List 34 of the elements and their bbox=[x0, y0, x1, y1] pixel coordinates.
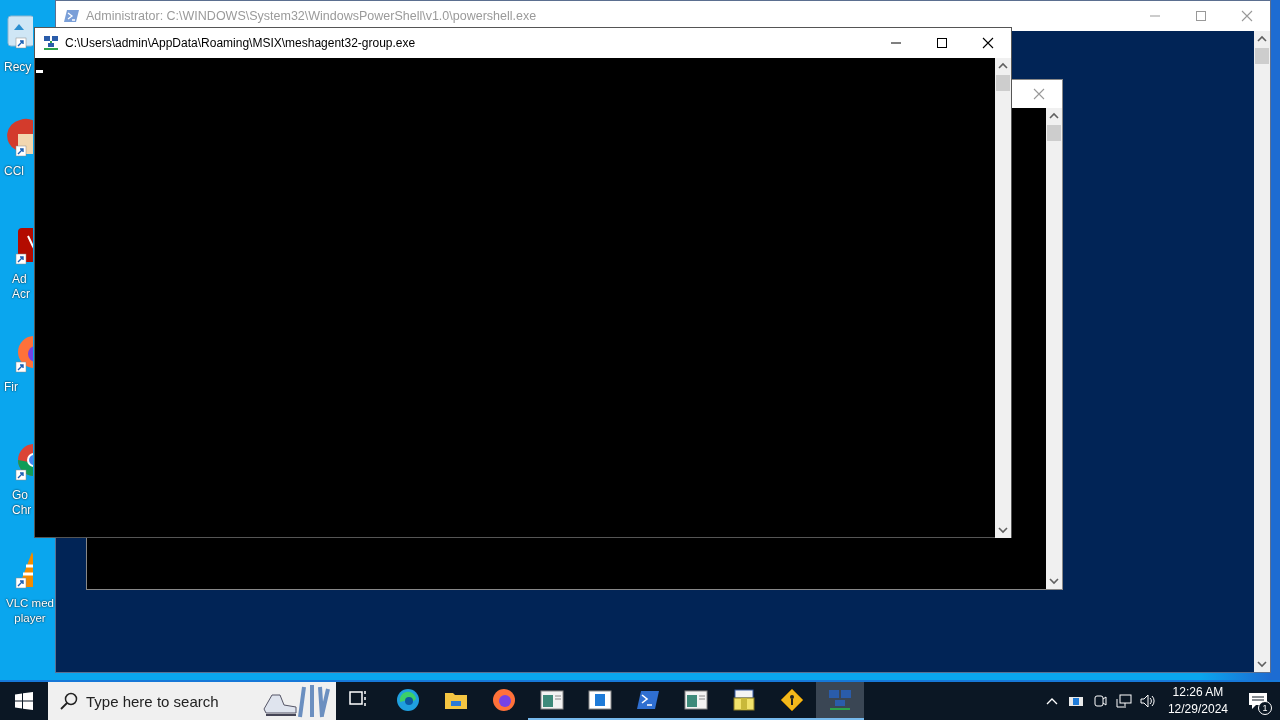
maximize-icon bbox=[1195, 10, 1207, 22]
window-icon bbox=[684, 688, 708, 712]
globe-icon bbox=[396, 688, 420, 712]
scrollbar[interactable] bbox=[995, 58, 1011, 538]
window-icon bbox=[540, 688, 564, 712]
speaker-icon[interactable] bbox=[1139, 693, 1156, 709]
package-icon bbox=[732, 688, 756, 712]
powershell-icon bbox=[636, 688, 660, 712]
network-icon bbox=[43, 35, 59, 51]
window-icon bbox=[588, 688, 612, 712]
scrollbar[interactable] bbox=[1046, 108, 1062, 589]
search-input[interactable]: Type here to search bbox=[86, 692, 260, 710]
search-icon bbox=[60, 692, 78, 710]
icon-label[interactable]: Ad Acr bbox=[4, 272, 30, 302]
window-title: Administrator: C:\WINDOWS\System32\WindowsPowerShell\v1.0\powershell.exe bbox=[86, 9, 537, 23]
powershell-icon bbox=[64, 8, 80, 24]
search-field[interactable]: Type here to search bbox=[48, 682, 336, 720]
scrollbar[interactable] bbox=[1254, 31, 1270, 672]
notifications-button[interactable]: 1 bbox=[1236, 682, 1280, 720]
notification-count: 1 bbox=[1258, 701, 1272, 715]
camera-icon[interactable] bbox=[1091, 693, 1108, 709]
icon-label[interactable]: CCl bbox=[4, 164, 24, 179]
windows-logo-icon bbox=[15, 692, 33, 710]
icon-label[interactable]: Recy bbox=[4, 60, 32, 75]
maximize-icon bbox=[936, 37, 948, 49]
icon-label[interactable]: VLC med player bbox=[6, 596, 54, 626]
globe-icon bbox=[492, 688, 516, 712]
network-icon[interactable] bbox=[1115, 693, 1132, 709]
clock[interactable]: 12:26 AM 12/29/2024 bbox=[1159, 682, 1236, 720]
icon-label[interactable]: Fir bbox=[4, 380, 18, 395]
icon-label[interactable]: Go Chr bbox=[4, 488, 32, 518]
warning-sign-icon bbox=[780, 688, 804, 712]
window-title: C:\Users\admin\AppData\Roaming\MSIX\meshagent32-group.exe bbox=[65, 36, 416, 50]
network-icon bbox=[828, 688, 852, 712]
